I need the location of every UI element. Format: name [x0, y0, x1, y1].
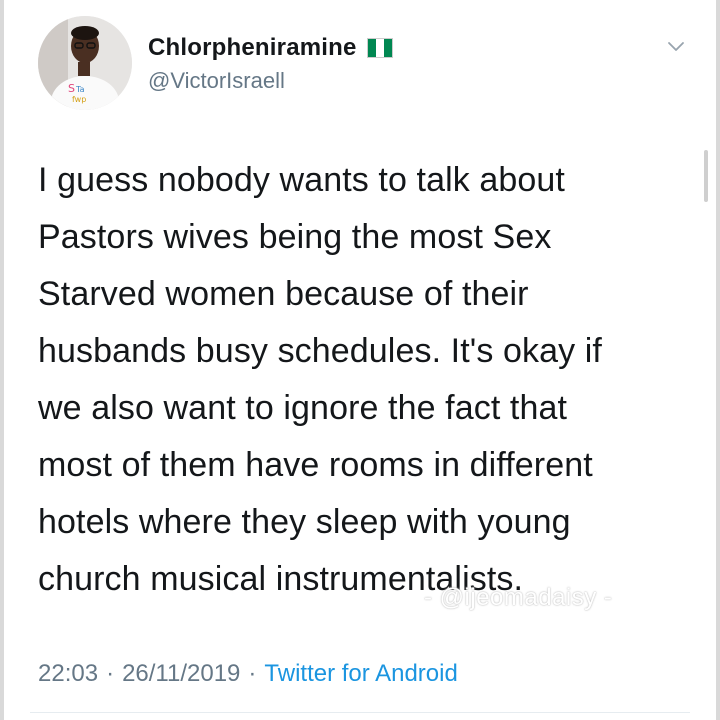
tweet-text-line: hotels where they sleep with young — [38, 503, 571, 541]
tweet-text-line: I guess nobody wants to talk about — [38, 161, 565, 199]
chevron-down-icon[interactable] — [664, 34, 688, 58]
display-name[interactable]: Chlorpheniramine — [148, 34, 357, 62]
tweet-text-line: Pastors wives being the most Sex — [38, 218, 552, 256]
tweet-text: I guess nobody wants to talk about Pasto… — [38, 152, 678, 608]
divider — [30, 712, 690, 713]
svg-text:Ta: Ta — [75, 85, 85, 94]
name-row: Chlorpheniramine — [148, 34, 393, 62]
watermark: - @ijeomadaisy - — [424, 584, 613, 611]
avatar-image: S Ta fwp — [38, 16, 132, 110]
user-handle[interactable]: @VictorIsraell — [148, 68, 285, 94]
tweet-source-link[interactable]: Twitter for Android — [264, 660, 457, 688]
svg-text:S: S — [68, 82, 75, 95]
tweet-text-line: most of them have rooms in different — [38, 446, 593, 484]
scrollbar[interactable] — [704, 150, 708, 202]
tweet-time[interactable]: 22:03 — [38, 660, 98, 688]
avatar[interactable]: S Ta fwp — [38, 16, 132, 110]
nigeria-flag-icon — [366, 38, 393, 58]
tweet-text-line: we also want to ignore the fact that — [38, 389, 568, 427]
meta-separator: · — [248, 660, 257, 687]
meta-separator: · — [106, 660, 115, 687]
tweet-meta: 22:03 · 26/11/2019 · Twitter for Android — [38, 660, 458, 688]
left-frame-edge — [0, 0, 4, 720]
svg-text:fwp: fwp — [72, 95, 86, 104]
tweet-date[interactable]: 26/11/2019 — [122, 660, 240, 688]
right-frame-edge — [716, 0, 720, 720]
tweet-text-line: husbands busy schedules. It's okay if — [38, 332, 602, 370]
tweet-text-line: Starved women because of their — [38, 275, 529, 313]
